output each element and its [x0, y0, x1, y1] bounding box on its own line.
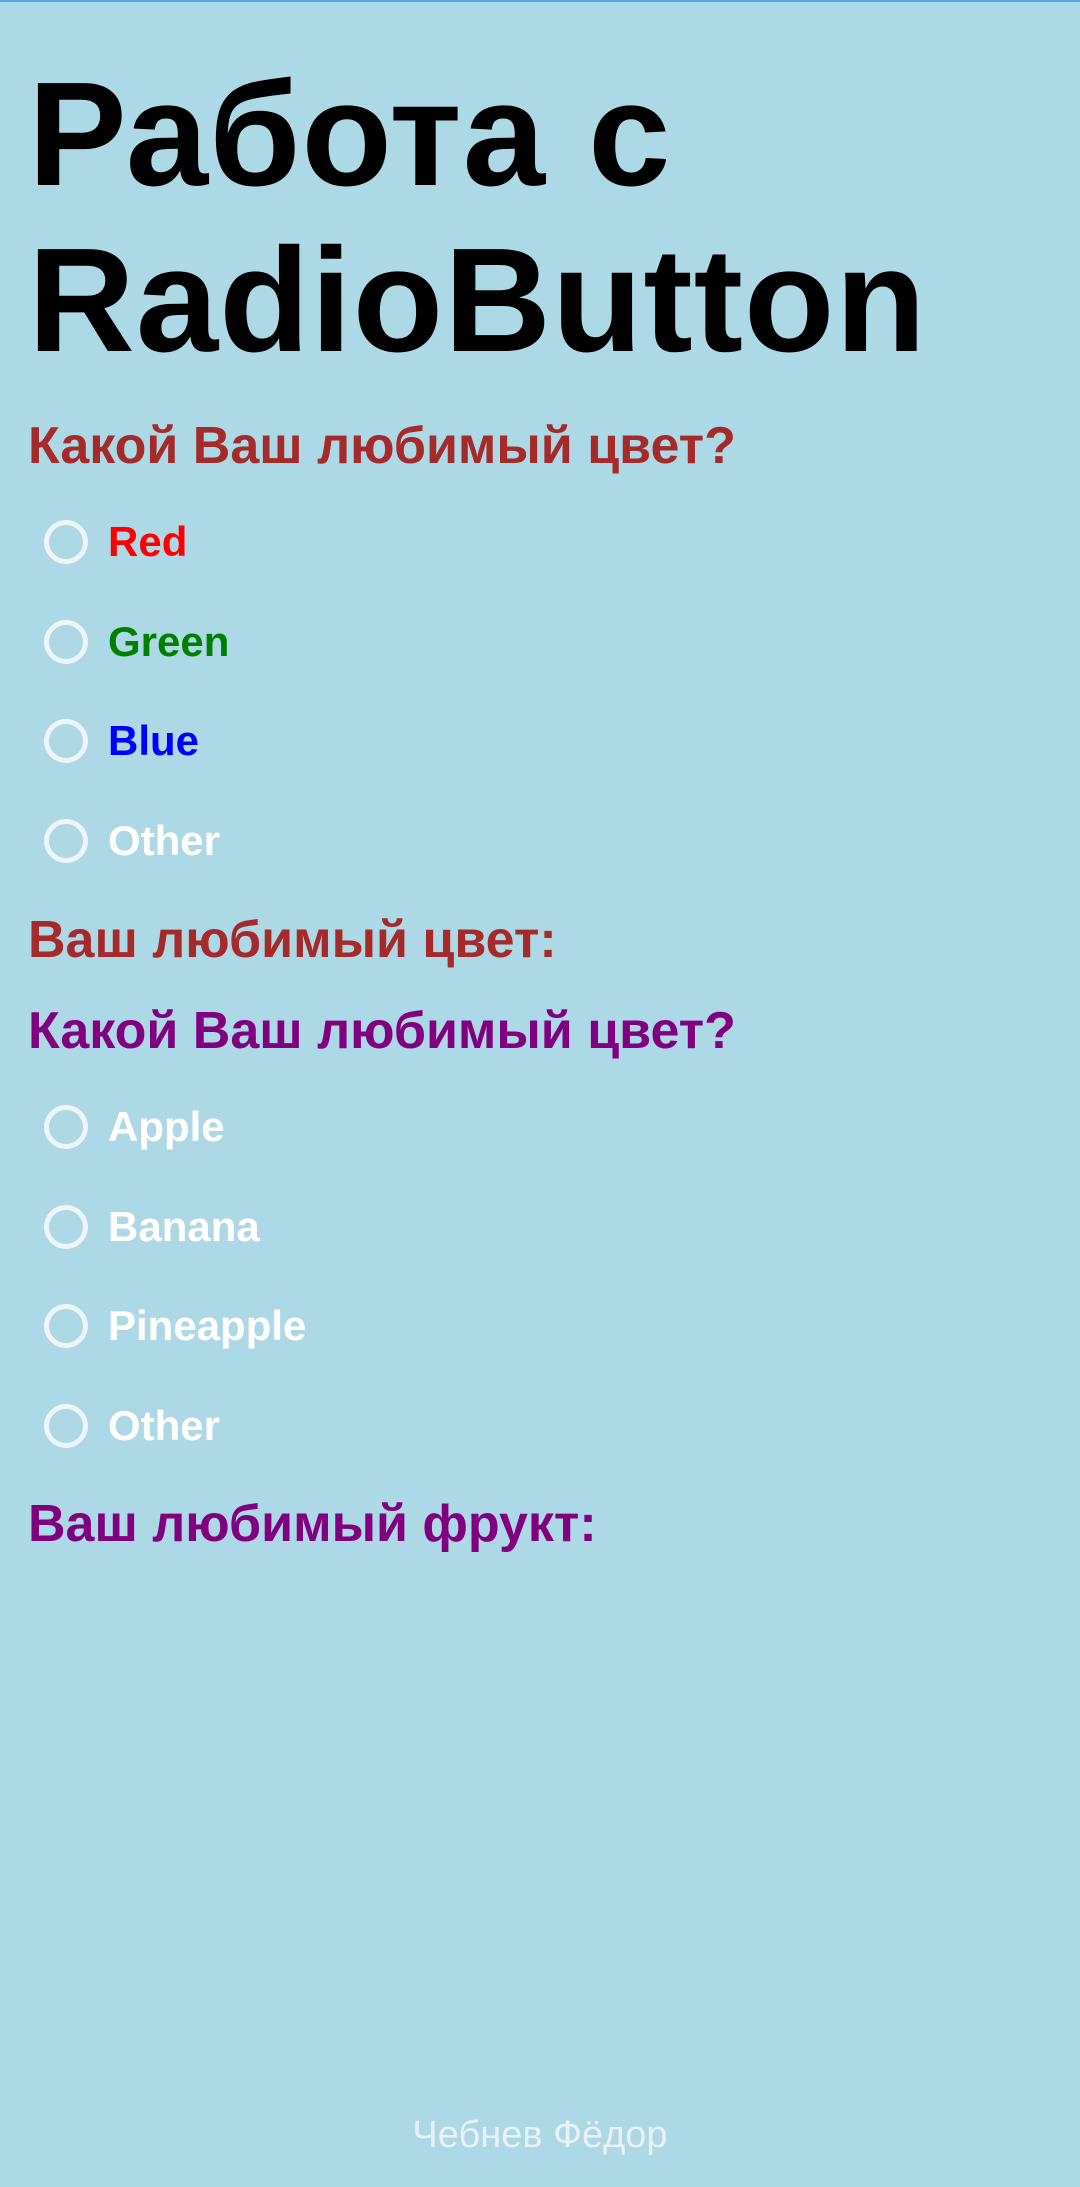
color-question-heading: Какой Ваш любимый цвет?: [28, 417, 736, 475]
fruit-result-label: Ваш любимый фрукт:: [28, 1495, 597, 1553]
radio-label-pineapple: Pineapple: [108, 1302, 307, 1349]
radio-circle-icon[interactable]: [44, 1205, 88, 1249]
radio-label-red: Red: [108, 518, 188, 565]
radio-label-green: Green: [108, 618, 230, 665]
page-title: Работа с RadioButton: [28, 52, 927, 383]
radio-option-apple[interactable]: Apple: [44, 1097, 225, 1157]
radio-option-red[interactable]: Red: [44, 512, 187, 572]
footer-author: Чебнев Фёдор: [412, 2114, 668, 2156]
radio-circle-icon[interactable]: [44, 620, 88, 664]
radio-circle-icon[interactable]: [44, 819, 88, 863]
radio-option-pineapple[interactable]: Pineapple: [44, 1296, 306, 1356]
radio-option-other-color[interactable]: Other: [44, 811, 220, 871]
radio-label-apple: Apple: [108, 1103, 225, 1150]
status-accent-line: [0, 0, 1080, 2]
radio-option-banana[interactable]: Banana: [44, 1197, 260, 1257]
radio-label-blue: Blue: [108, 717, 200, 764]
radio-option-blue[interactable]: Blue: [44, 711, 199, 771]
radio-label-other-fruit: Other: [108, 1402, 221, 1449]
radio-option-green[interactable]: Green: [44, 612, 229, 672]
radio-label-banana: Banana: [108, 1203, 260, 1250]
radio-circle-icon[interactable]: [44, 1105, 88, 1149]
radio-label-other-color: Other: [108, 817, 221, 864]
radio-option-other-fruit[interactable]: Other: [44, 1396, 220, 1456]
radio-circle-icon[interactable]: [44, 1304, 88, 1348]
fruit-question-heading: Какой Ваш любимый цвет?: [28, 1002, 736, 1060]
color-result-label: Ваш любимый цвет:: [28, 911, 557, 969]
radio-circle-icon[interactable]: [44, 520, 88, 564]
radio-circle-icon[interactable]: [44, 719, 88, 763]
radio-circle-icon[interactable]: [44, 1404, 88, 1448]
